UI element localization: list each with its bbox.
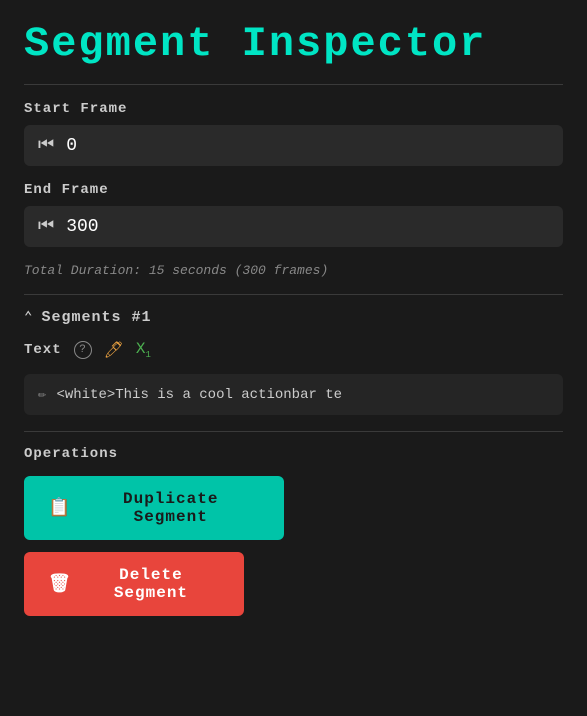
delete-segment-button[interactable]: 🗑 Delete Segment (24, 552, 244, 616)
end-frame-row: ⏮ 300 (24, 206, 563, 247)
page-container: Segment Inspector Start Frame ⏮ 0 End Fr… (0, 0, 587, 716)
text-field-label: Text (24, 342, 62, 358)
segments-header-label: Segments #1 (41, 309, 151, 326)
text-content-value: <white>This is a cool actionbar te (56, 387, 342, 403)
subscript-x-icon[interactable]: X1 (136, 340, 151, 360)
delete-icon: 🗑 (48, 573, 72, 595)
duplicate-segment-button[interactable]: 📋 Duplicate Segment (24, 476, 284, 540)
text-content-row: ✏ <white>This is a cool actionbar te (24, 374, 563, 415)
duplicate-icon: 📋 (48, 497, 71, 519)
start-frame-value: 0 (66, 136, 77, 156)
segments-header[interactable]: ⌃ Segments #1 (24, 309, 563, 326)
start-frame-label: Start Frame (24, 101, 563, 117)
operations-divider (24, 431, 563, 432)
total-duration-text: Total Duration: 15 seconds (300 frames) (24, 263, 563, 278)
chevron-up-icon: ⌃ (24, 309, 33, 326)
text-row: Text ? 🖊 X1 (24, 340, 563, 360)
text-content-pencil-icon: ✏ (38, 386, 46, 403)
start-frame-row: ⏮ 0 (24, 125, 563, 166)
delete-button-label: Delete Segment (82, 566, 220, 602)
end-frame-skip-icon[interactable]: ⏮ (38, 216, 54, 237)
help-icon[interactable]: ? (74, 341, 92, 359)
start-frame-skip-icon[interactable]: ⏮ (38, 135, 54, 156)
operations-label: Operations (24, 446, 563, 462)
duplicate-button-label: Duplicate Segment (81, 490, 260, 526)
edit-pencil-icon[interactable]: 🖊 (104, 340, 124, 360)
page-title: Segment Inspector (24, 20, 563, 68)
end-frame-label: End Frame (24, 182, 563, 198)
end-frame-value: 300 (66, 217, 98, 237)
segments-section: ⌃ Segments #1 Text ? 🖊 X1 ✏ <white>This … (24, 294, 563, 415)
title-divider (24, 84, 563, 85)
